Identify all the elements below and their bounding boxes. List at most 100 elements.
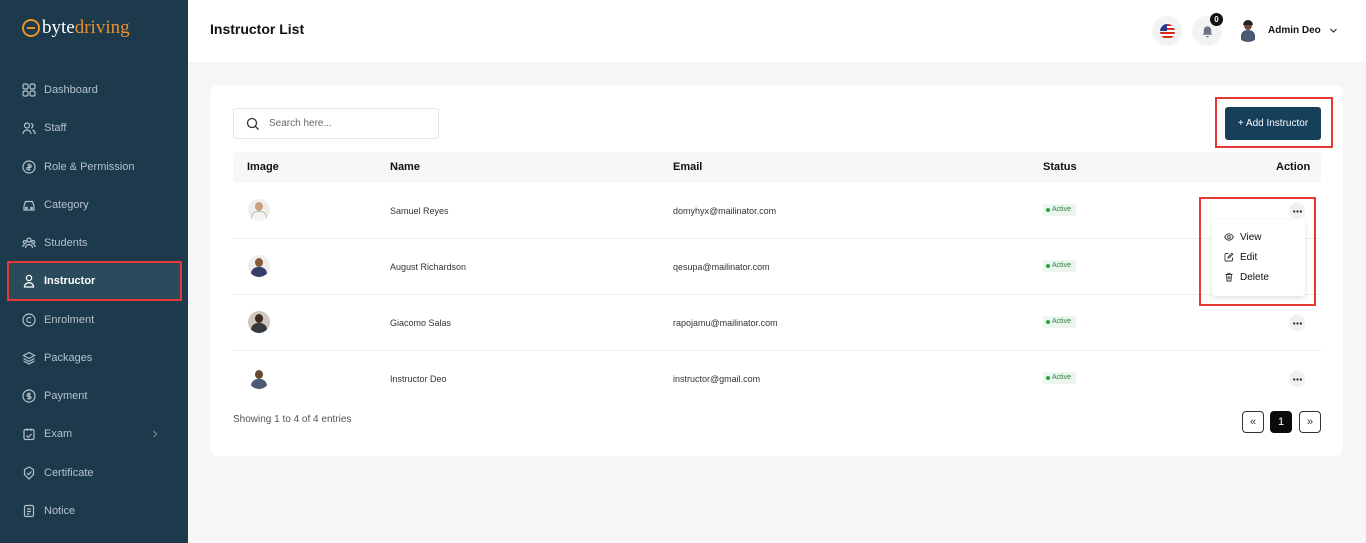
instructor-name: Instructor Deo: [390, 374, 447, 384]
search-box[interactable]: [233, 108, 439, 139]
chevron-right-icon: [153, 430, 158, 438]
edit-icon: [1224, 252, 1234, 262]
pagination-prev-button[interactable]: «: [1242, 411, 1264, 433]
column-header-email: Email: [673, 161, 703, 173]
top-header: Instructor List 0 Admin Deo: [188, 0, 1366, 62]
shield-icon: [22, 160, 36, 174]
instructor-photo: [248, 255, 270, 277]
menu-item-delete[interactable]: Delete: [1224, 269, 1269, 285]
sidebar-item-enrolment[interactable]: Enrolment: [8, 301, 181, 339]
action-menu-highlight: View Edit Delete: [1199, 197, 1316, 306]
instructor-email: qesupa@mailinator.com: [673, 262, 770, 272]
sidebar-item-label: Students: [44, 237, 88, 249]
sidebar-item-label: Staff: [44, 122, 67, 134]
menu-item-view[interactable]: View: [1224, 229, 1262, 245]
table-row: Samuel Reyes domyhyx@mailinator.com Acti…: [233, 183, 1321, 239]
page-title: Instructor List: [210, 21, 305, 37]
trash-icon: [1225, 272, 1233, 282]
instructor-photo: [248, 311, 270, 333]
chevron-down-icon: [1329, 28, 1337, 33]
avatar: [1236, 18, 1260, 42]
user-icon: [23, 274, 35, 288]
sidebar-item-label: Instructor: [44, 275, 96, 287]
add-instructor-highlight: + Add Instructor: [1215, 97, 1333, 148]
table-row: August Richardson qesupa@mailinator.com …: [233, 239, 1321, 295]
instructor-email: rapojamu@mailinator.com: [673, 318, 778, 328]
sidebar-item-label: Certificate: [44, 467, 94, 479]
sidebar-item-role-permission[interactable]: Role & Permission: [8, 148, 181, 186]
pagination-summary: Showing 1 to 4 of 4 entries: [233, 414, 352, 425]
menu-item-label: Delete: [1240, 271, 1269, 283]
sidebar-item-label: Role & Permission: [44, 161, 135, 173]
sidebar-item-packages[interactable]: Packages: [8, 339, 181, 377]
sidebar-item-payment[interactable]: Payment: [8, 377, 181, 415]
sidebar-item-notice[interactable]: Notice: [8, 492, 181, 530]
sidebar-item-label: Enrolment: [44, 314, 95, 326]
instructor-name: August Richardson: [390, 262, 467, 272]
column-header-image: Image: [247, 161, 279, 173]
more-horizontal-icon: [1292, 321, 1302, 325]
status-badge: Active: [1043, 204, 1077, 216]
instructor-photo: [248, 367, 270, 389]
certificate-icon: [23, 466, 35, 480]
add-instructor-button[interactable]: + Add Instructor: [1225, 107, 1321, 140]
language-button[interactable]: [1152, 16, 1182, 46]
brand-name-part1: byte: [42, 17, 75, 38]
sidebar-item-category[interactable]: Category: [8, 186, 181, 224]
status-badge: Active: [1043, 260, 1077, 272]
table-header: Image Name Email Status Action: [233, 152, 1321, 183]
instructor-email: instructor@gmail.com: [673, 374, 761, 384]
menu-item-label: Edit: [1240, 251, 1258, 263]
column-header-name: Name: [390, 161, 420, 173]
bell-icon: [1202, 25, 1212, 37]
sidebar-item-dashboard[interactable]: Dashboard: [8, 71, 181, 109]
pagination-next-button[interactable]: »: [1299, 411, 1321, 433]
row-actions-button[interactable]: [1289, 371, 1305, 387]
brand-logo[interactable]: byte driving: [22, 16, 130, 40]
sidebar-item-certificate[interactable]: Certificate: [8, 454, 181, 492]
notification-button[interactable]: 0: [1192, 13, 1223, 46]
users-icon: [22, 122, 36, 135]
search-input[interactable]: [269, 118, 419, 129]
status-badge: Active: [1043, 372, 1077, 384]
document-icon: [23, 504, 35, 518]
copyright-icon: [22, 313, 36, 327]
row-actions-button[interactable]: [1289, 315, 1305, 331]
menu-item-edit[interactable]: Edit: [1224, 249, 1257, 265]
dollar-icon: [22, 389, 36, 403]
instructor-name: Samuel Reyes: [390, 206, 449, 216]
sidebar-item-exam[interactable]: Exam: [8, 415, 181, 453]
layers-icon: [22, 351, 36, 365]
sidebar-item-label: Exam: [44, 428, 73, 440]
search-icon: [246, 117, 259, 130]
menu-item-label: View: [1240, 231, 1262, 243]
sidebar-item-label: Dashboard: [44, 84, 98, 96]
table-row: Giacomo Salas rapojamu@mailinator.com Ac…: [233, 295, 1321, 351]
sidebar-item-label: Notice: [44, 505, 76, 517]
user-name: Admin Deo: [1268, 24, 1321, 36]
table-row: Instructor Deo instructor@gmail.com Acti…: [233, 351, 1321, 407]
sidebar-item-label: Payment: [44, 390, 88, 402]
sidebar-item-instructor[interactable]: Instructor: [7, 261, 182, 301]
sidebar-item-staff[interactable]: Staff: [8, 109, 181, 147]
brand-name-part2: driving: [74, 17, 130, 38]
instructor-photo: [248, 199, 270, 221]
car-icon: [23, 200, 35, 211]
grid-icon: [22, 83, 36, 97]
sidebar-item-label: Category: [44, 199, 89, 211]
column-header-action: Action: [1276, 161, 1311, 173]
eye-icon: [1224, 233, 1234, 241]
instructor-list-card: + Add Instructor Image Name Email Status…: [210, 85, 1343, 456]
us-flag-icon: [1159, 23, 1175, 39]
status-badge: Active: [1043, 316, 1077, 328]
pagination-page-1[interactable]: 1: [1270, 411, 1292, 433]
sidebar: byte driving Dashboard Staff Role & Permi…: [0, 0, 188, 543]
sidebar-item-label: Packages: [44, 352, 93, 364]
instructor-name: Giacomo Salas: [390, 318, 452, 328]
notification-count-badge: 0: [1210, 13, 1223, 26]
group-icon: [22, 237, 36, 249]
user-menu[interactable]: Admin Deo: [1236, 18, 1338, 42]
sidebar-item-students[interactable]: Students: [8, 224, 181, 262]
action-menu: View Edit Delete: [1212, 220, 1305, 296]
exam-icon: [23, 428, 35, 441]
